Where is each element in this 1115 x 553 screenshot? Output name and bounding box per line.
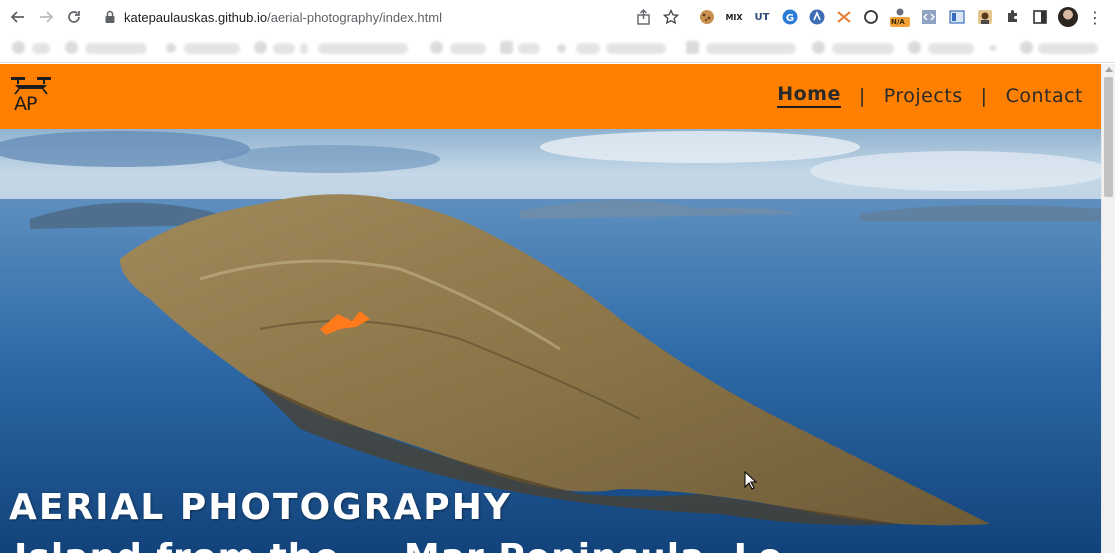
nav-separator: | [858, 84, 866, 107]
bookmark-favicon-icon[interactable] [430, 41, 443, 54]
bookmark-favicon-icon[interactable] [1020, 41, 1033, 54]
bookmark-item[interactable] [706, 43, 796, 54]
circle-extension-icon[interactable] [861, 7, 881, 27]
back-arrow-icon[interactable] [8, 7, 28, 27]
bookmark-favicon-icon[interactable] [65, 41, 78, 54]
bookmark-favicon-icon[interactable] [166, 43, 176, 53]
bookmark-favicon-icon[interactable] [500, 41, 513, 54]
bookmark-item[interactable] [85, 43, 147, 54]
main-nav: Home | Projects | Contact [777, 83, 1083, 108]
bookmark-item[interactable] [606, 43, 666, 54]
hero-subtitle: Island from the … Mar Peninsula, Lo… [14, 537, 820, 553]
scissors-extension-icon[interactable] [834, 7, 854, 27]
bookmark-favicon-icon[interactable] [990, 45, 996, 51]
scroll-up-arrow-icon[interactable] [1105, 67, 1113, 72]
grammarly-extension-icon[interactable]: G [780, 7, 800, 27]
hero-section: AERIAL PHOTOGRAPHY Island from the … Mar… [0, 129, 1101, 553]
bookmark-favicon-icon[interactable] [12, 41, 25, 54]
mouse-cursor-icon [744, 471, 758, 490]
extensions-puzzle-icon[interactable] [1003, 7, 1023, 27]
bookmarks-bar [0, 34, 1115, 63]
page-scrollbar[interactable] [1101, 64, 1115, 553]
profile-avatar[interactable] [1058, 7, 1078, 27]
arrow-extension-icon[interactable] [807, 7, 827, 27]
mix-extension-icon[interactable]: MIX [724, 7, 744, 27]
code-extension-icon[interactable] [919, 7, 939, 27]
na-extension-icon[interactable]: N/A [889, 7, 911, 27]
bookmark-item[interactable] [184, 43, 240, 54]
reload-icon[interactable] [64, 7, 84, 27]
bookmark-item[interactable] [518, 43, 540, 54]
bookmark-item[interactable] [32, 43, 50, 54]
share-icon[interactable] [634, 7, 654, 27]
bookmark-favicon-icon[interactable] [812, 41, 825, 54]
bookmark-item[interactable] [928, 43, 974, 54]
bookmark-item[interactable] [300, 43, 308, 54]
svg-text:G: G [786, 13, 794, 24]
ut-extension-icon[interactable]: UT [752, 7, 772, 27]
side-panel-icon[interactable] [1030, 7, 1050, 27]
bookmark-favicon-icon[interactable] [908, 41, 921, 54]
bookmark-item[interactable] [318, 43, 408, 54]
drone-logo-icon[interactable]: AP [9, 74, 53, 118]
reader-extension-icon[interactable] [947, 7, 967, 27]
lock-icon [105, 10, 115, 23]
forward-arrow-icon[interactable] [36, 7, 56, 27]
nav-home-link[interactable]: Home [777, 83, 841, 108]
site-header: AP Home | Projects | Contact [0, 64, 1101, 129]
url-host: katepaulauskas.github.io [124, 9, 268, 25]
bookmark-star-icon[interactable] [661, 7, 681, 27]
avatar-extension-icon[interactable] [975, 7, 995, 27]
bookmark-item[interactable] [832, 43, 894, 54]
logo-text: AP [14, 93, 37, 115]
bookmark-item[interactable] [273, 43, 295, 54]
browser-menu-icon[interactable]: ⋮ [1087, 7, 1103, 27]
bookmark-favicon-icon[interactable] [686, 41, 699, 54]
bookmark-item[interactable] [450, 43, 486, 54]
address-bar[interactable]: katepaulauskas.github.io/aerial-photogra… [104, 9, 442, 25]
cookie-extension-icon[interactable] [697, 7, 717, 27]
browser-toolbar: katepaulauskas.github.io/aerial-photogra… [0, 0, 1115, 34]
bookmark-favicon-icon[interactable] [254, 41, 267, 54]
url-path: /aerial-photography/index.html [267, 9, 442, 25]
bookmark-favicon-icon[interactable] [557, 44, 566, 53]
scrollbar-thumb[interactable] [1104, 77, 1113, 197]
bookmark-item[interactable] [576, 43, 600, 54]
bookmark-item[interactable] [1038, 43, 1098, 54]
nav-projects-link[interactable]: Projects [884, 85, 963, 107]
na-badge-text: N/A [891, 18, 905, 26]
hero-title: AERIAL PHOTOGRAPHY [9, 487, 512, 528]
page-viewport: AP Home | Projects | Contact AERIAL PHOT… [0, 64, 1101, 553]
nav-contact-link[interactable]: Contact [1006, 85, 1083, 107]
nav-separator: | [980, 84, 988, 107]
